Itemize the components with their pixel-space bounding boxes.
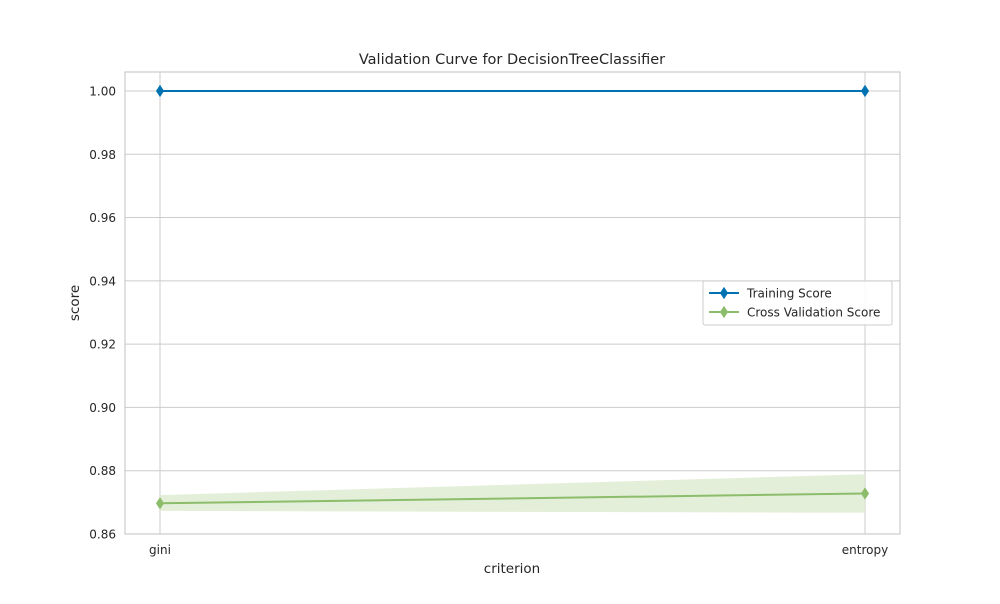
- chart-root: Validation Curve for DecisionTreeClassif…: [0, 0, 1000, 600]
- y-tick-label: 0.92: [89, 338, 116, 352]
- y-tick-label: 0.98: [89, 148, 116, 162]
- y-tick-label: 0.86: [89, 528, 116, 542]
- y-axis-label: score: [67, 285, 83, 321]
- x-tick-label: gini: [149, 543, 171, 557]
- y-tick-label: 0.94: [89, 274, 116, 288]
- legend-label: Training Score: [746, 286, 832, 300]
- x-axis-label: criterion: [484, 561, 540, 577]
- y-tick-label: 0.88: [89, 464, 116, 478]
- y-tick-label: 1.00: [89, 84, 116, 98]
- legend: Training Score Cross Validation Score: [702, 280, 893, 326]
- x-tick-label: entropy: [842, 543, 888, 557]
- chart-title: Validation Curve for DecisionTreeClassif…: [359, 52, 665, 68]
- y-tick-label: 0.96: [89, 211, 116, 225]
- y-tick-label: 0.90: [89, 401, 116, 415]
- validation-curve-chart: Validation Curve for DecisionTreeClassif…: [0, 0, 1000, 600]
- legend-label: Cross Validation Score: [747, 305, 880, 319]
